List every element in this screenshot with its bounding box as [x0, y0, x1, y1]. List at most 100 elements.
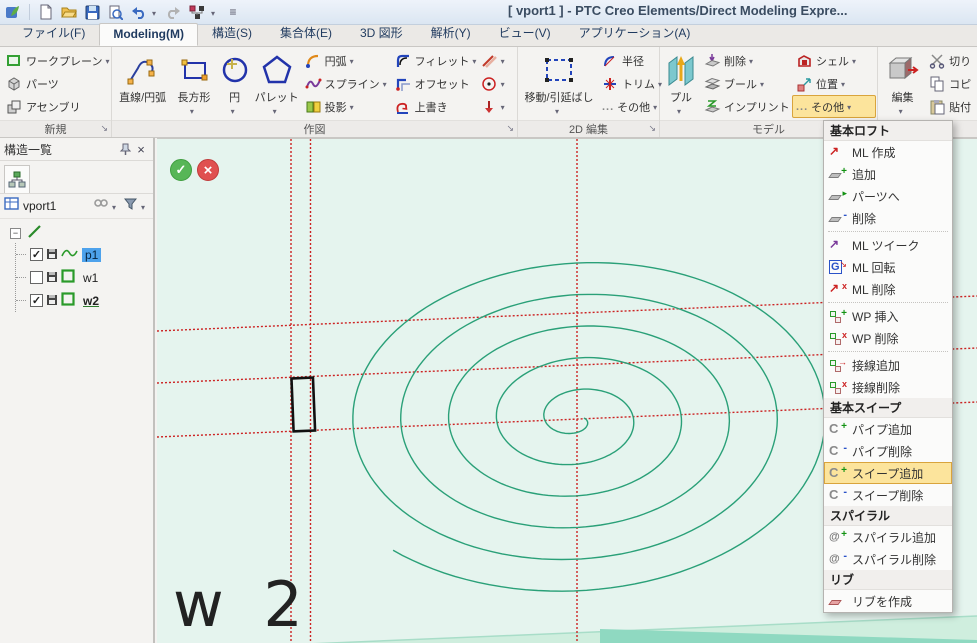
cut-button[interactable]: 切り	[925, 49, 976, 72]
pin-tool-button[interactable]	[477, 95, 516, 118]
spline-icon	[305, 76, 322, 92]
tab-structure[interactable]: 構造(S)	[198, 20, 266, 46]
p1-checkbox[interactable]	[30, 248, 43, 261]
more-model-button[interactable]: ...その他	[792, 95, 876, 118]
shell-icon	[796, 53, 813, 69]
customize-toolbar-button[interactable]	[224, 3, 242, 21]
ribbon-group-draw: 直線/円弧 長方形 円 パレット 円弧 スプライン 投影 フィレット オフセット…	[112, 47, 518, 137]
menu-item-wp-delete[interactable]: WP 削除	[824, 327, 952, 349]
w1-checkbox[interactable]	[30, 271, 43, 284]
pull-button[interactable]: プル	[662, 49, 700, 120]
tab-3d-geometry[interactable]: 3D 図形	[346, 20, 417, 46]
assembly-button[interactable]: アセンブリ	[2, 95, 117, 118]
save-button[interactable]	[83, 3, 101, 21]
undo-dropdown[interactable]	[152, 3, 160, 21]
tab-modeling[interactable]: Modeling(M)	[99, 23, 198, 46]
tab-analysis[interactable]: 解析(Y)	[417, 20, 485, 46]
imprint-button[interactable]: インプリント	[700, 95, 792, 118]
trim-button[interactable]: トリム	[598, 72, 658, 95]
dialog-launcher[interactable]	[506, 122, 514, 134]
menu-item-add[interactable]: 追加	[824, 163, 952, 185]
palette-button[interactable]: パレット	[253, 49, 301, 120]
workplane-button[interactable]: ワークプレーン	[2, 49, 117, 72]
menu-item-wp-insert[interactable]: WP 挿入	[824, 305, 952, 327]
redo-button[interactable]	[165, 3, 183, 21]
line-arc-button[interactable]: 直線/円弧	[114, 49, 171, 120]
parts-button[interactable]: パーツ	[2, 72, 117, 95]
menu-item-pipe-delete[interactable]: パイプ削除	[824, 440, 952, 462]
close-icon[interactable]: ×	[133, 141, 149, 157]
menu-item-spiral-delete[interactable]: スパイラル削除	[824, 548, 952, 570]
dialog-launcher[interactable]	[100, 122, 108, 134]
circle-button[interactable]: 円	[217, 49, 253, 120]
construction-circle-button[interactable]	[477, 72, 516, 95]
pin-icon[interactable]	[117, 141, 133, 157]
filter-dropdown[interactable]	[141, 197, 149, 215]
filter-icon[interactable]	[124, 197, 137, 215]
arc-button[interactable]: 円弧	[301, 49, 391, 72]
menu-item-sweep-delete[interactable]: スイープ削除	[824, 484, 952, 506]
cancel-button[interactable]	[197, 159, 219, 181]
paste-button[interactable]: 貼付	[925, 95, 976, 118]
tree-row-w1[interactable]: w1	[16, 266, 153, 289]
more-2d-button[interactable]: ...その他	[598, 95, 658, 118]
overwrite-button[interactable]: 上書き	[391, 95, 477, 118]
print-preview-button[interactable]	[106, 3, 124, 21]
edit-button[interactable]: 編集	[880, 49, 925, 120]
tree-label-w1[interactable]: w1	[80, 271, 101, 285]
delete-3d-button[interactable]: 削除	[700, 49, 792, 72]
search-dropdown[interactable]	[112, 197, 120, 215]
copy-button[interactable]: コピ	[925, 72, 976, 95]
menu-item-tangent-delete[interactable]: 接線削除	[824, 376, 952, 398]
construction-line-button[interactable]	[477, 49, 516, 72]
fillet-button[interactable]: フィレット	[391, 49, 477, 72]
menu-item-spiral-add[interactable]: スパイラル追加	[824, 526, 952, 548]
rectangle-button[interactable]: 長方形	[171, 49, 216, 120]
construction-line-icon	[481, 53, 498, 69]
offset-button[interactable]: オフセット	[391, 72, 477, 95]
projection-icon	[305, 99, 322, 115]
shell-button[interactable]: シェル	[792, 49, 876, 72]
new-document-button[interactable]	[37, 3, 55, 21]
projection-button[interactable]: 投影	[301, 95, 391, 118]
menu-item-sweep-add[interactable]: スイープ追加	[824, 462, 952, 484]
structure-tree-tab[interactable]	[4, 165, 30, 193]
arc-icon	[305, 53, 322, 69]
move-stretch-button[interactable]: 移動/引延ばし	[520, 49, 598, 120]
collapse-icon[interactable]	[10, 228, 21, 239]
radius-button[interactable]: 半径	[598, 49, 658, 72]
tree-row-p1[interactable]: p1	[16, 243, 153, 266]
tree-label-p1[interactable]: p1	[82, 248, 101, 262]
more-dropdown-menu: 基本ロフト ML 作成 追加 パーツへ 削除 ML ツイーク ML 回転 ML …	[823, 120, 953, 613]
confirm-button[interactable]	[170, 159, 192, 181]
menu-item-rib-create[interactable]: リブを作成	[824, 590, 952, 612]
menu-item-ml-tweak[interactable]: ML ツイーク	[824, 234, 952, 256]
pipe-delete-icon	[829, 444, 845, 459]
menu-item-remove[interactable]: 削除	[824, 207, 952, 229]
paste-icon	[929, 99, 946, 115]
tree-row-w2[interactable]: w2	[16, 289, 153, 312]
tab-application[interactable]: アプリケーション(A)	[565, 20, 705, 46]
tab-view[interactable]: ビュー(V)	[485, 20, 565, 46]
position-button[interactable]: 位置	[792, 72, 876, 95]
sketch-rectangle[interactable]	[291, 378, 315, 432]
open-button[interactable]	[60, 3, 78, 21]
spline-button[interactable]: スプライン	[301, 72, 391, 95]
menu-item-ml-create[interactable]: ML 作成	[824, 141, 952, 163]
tab-file[interactable]: ファイル(F)	[8, 20, 99, 46]
search-icon[interactable]	[94, 197, 108, 215]
menu-item-to-part[interactable]: パーツへ	[824, 185, 952, 207]
menu-item-ml-delete[interactable]: ML 削除	[824, 278, 952, 300]
tree-label-w2[interactable]: w2	[80, 294, 102, 308]
tab-assembly[interactable]: 集合体(E)	[266, 20, 346, 46]
undo-button[interactable]	[129, 3, 147, 21]
menu-item-pipe-add[interactable]: パイプ追加	[824, 418, 952, 440]
menu-item-tangent-add[interactable]: 接線追加	[824, 354, 952, 376]
model-structure-icon[interactable]	[188, 3, 206, 21]
tree-root-row[interactable]	[10, 223, 153, 243]
dialog-launcher[interactable]	[648, 122, 656, 134]
boolean-button[interactable]: ブール	[700, 72, 792, 95]
structure-dropdown[interactable]	[211, 3, 219, 21]
w2-checkbox[interactable]	[30, 294, 43, 307]
menu-item-ml-rotate[interactable]: ML 回転	[824, 256, 952, 278]
